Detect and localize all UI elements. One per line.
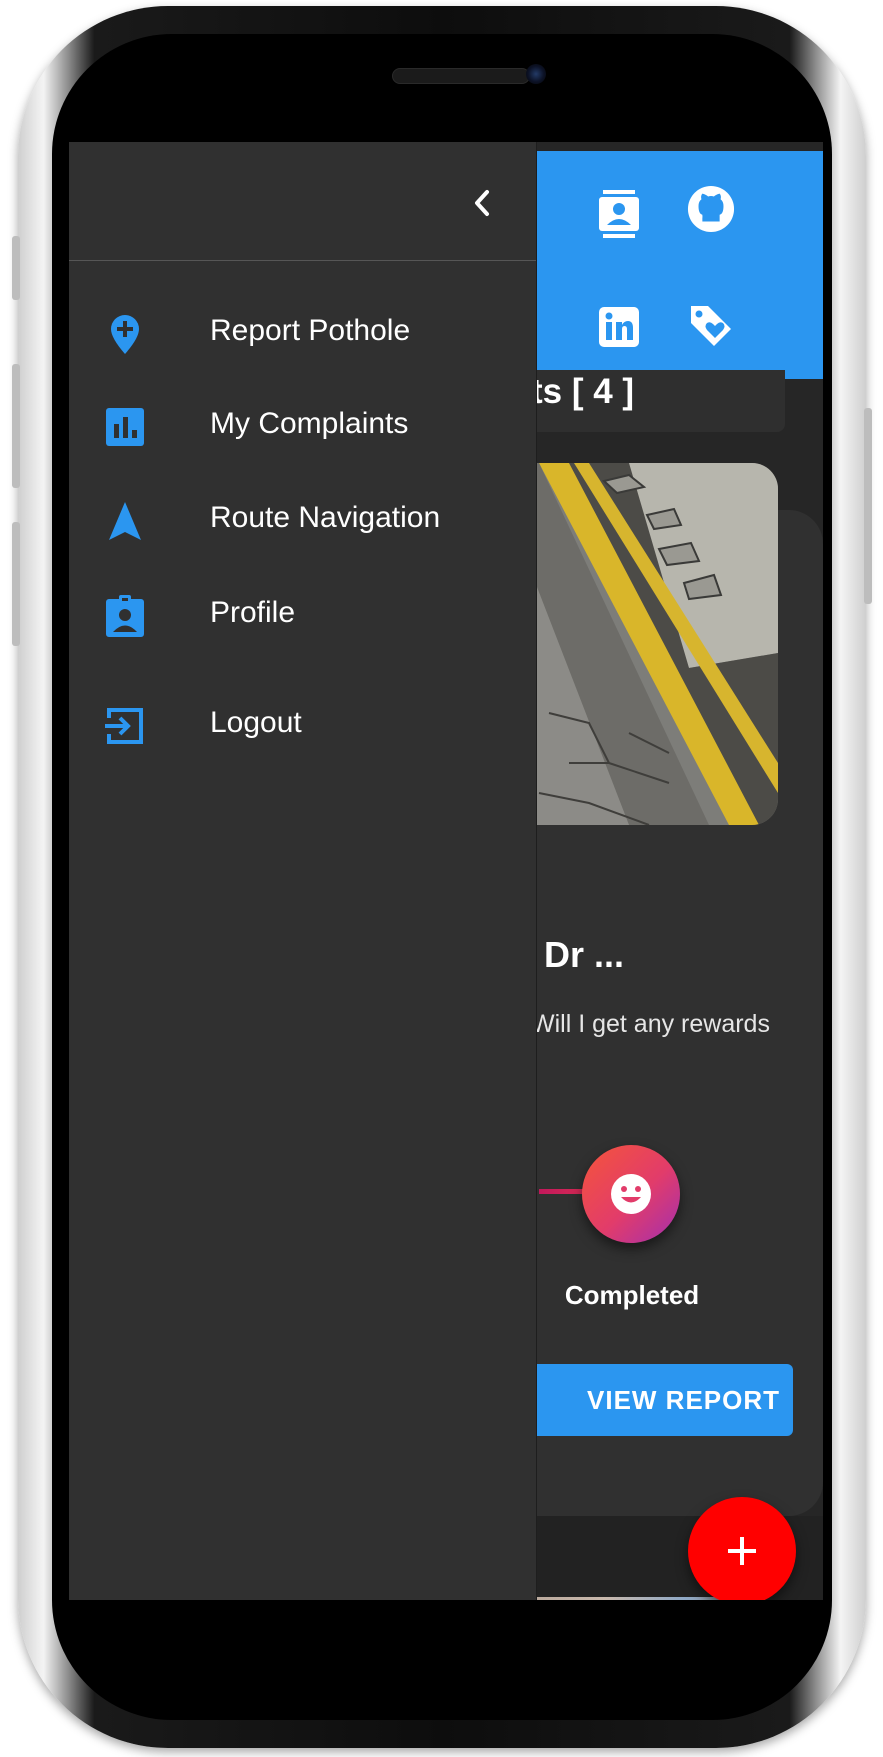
nav-label: My Complaints <box>210 407 409 440</box>
complaints-count: ts [ 4 ] <box>531 372 635 411</box>
badge-icon <box>101 592 149 640</box>
front-camera <box>526 64 546 84</box>
nav-item-route-navigation[interactable]: Route Navigation <box>69 479 536 563</box>
nav-item-profile[interactable]: Profile <box>69 574 536 658</box>
navigation-arrow-icon <box>101 497 149 545</box>
login-icon <box>101 702 149 750</box>
view-report-button[interactable]: VIEW REPORT <box>529 1364 793 1436</box>
nav-label: Profile <box>210 596 296 629</box>
github-icon[interactable] <box>687 185 735 233</box>
plus-icon <box>728 1537 756 1565</box>
linkedin-icon[interactable] <box>595 303 643 351</box>
nav-item-report-pothole[interactable]: Report Pothole <box>69 292 536 376</box>
volume-down-button <box>12 522 20 646</box>
nav-item-logout[interactable]: Logout <box>69 684 536 768</box>
nav-item-my-complaints[interactable]: My Complaints <box>69 385 536 469</box>
navigation-drawer: Report Pothole My Complaints Route Navig… <box>69 142 537 1600</box>
status-label: Completed <box>564 1280 700 1310</box>
tag-heart-icon[interactable] <box>687 301 735 349</box>
contact-icon[interactable] <box>595 190 643 238</box>
complaint-title: Dr ... <box>544 934 625 975</box>
status-smiley-icon <box>582 1145 680 1243</box>
mute-switch <box>12 236 20 300</box>
chevron-left-icon <box>475 190 489 216</box>
nav-label: Route Navigation <box>210 501 441 534</box>
earpiece-speaker <box>392 68 530 84</box>
power-button <box>864 408 872 604</box>
complaint-description: Will I get any rewards <box>531 1010 770 1038</box>
nav-label: Report Pothole <box>210 314 411 347</box>
nav-label: Logout <box>210 706 302 739</box>
volume-up-button <box>12 364 20 488</box>
bar-chart-icon <box>101 403 149 451</box>
drawer-header <box>69 142 536 261</box>
add-location-icon <box>101 310 149 358</box>
add-report-fab[interactable] <box>688 1497 796 1600</box>
app-screen: ts [ 4 ] Dr ... Will I get any rewards C… <box>69 142 823 1600</box>
close-drawer-button[interactable] <box>457 178 507 228</box>
